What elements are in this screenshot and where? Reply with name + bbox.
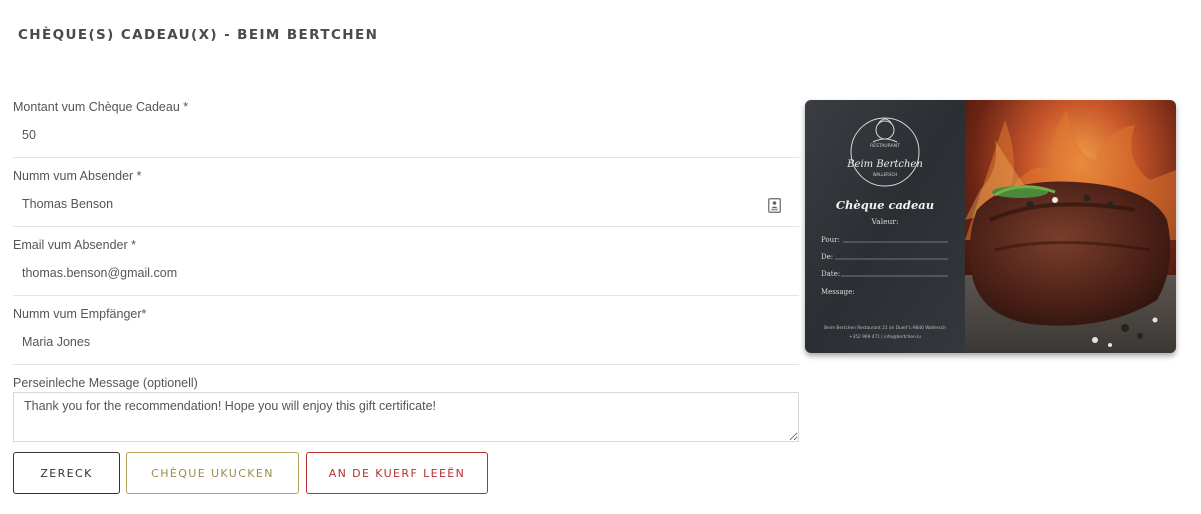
preview-voucher-button[interactable]: CHÈQUE UKUCKEN <box>126 452 299 494</box>
back-button[interactable]: ZERECK <box>13 452 120 494</box>
voucher-field-date: Date: <box>821 270 840 278</box>
sender-name-label: Numm vum Absender * <box>13 169 142 183</box>
gift-voucher-page: CHÈQUE(S) CADEAU(X) - BEIM BERTCHEN Mont… <box>0 0 1201 514</box>
add-to-cart-button[interactable]: AN DE KUERF LEEËN <box>306 452 488 494</box>
voucher-field-de: De: <box>821 253 833 261</box>
page-title: CHÈQUE(S) CADEAU(X) - BEIM BERTCHEN <box>18 27 379 43</box>
sender-name-input[interactable] <box>22 197 782 211</box>
voucher-heading: Chèque cadeau <box>836 198 934 212</box>
sender-name-underline <box>13 226 799 227</box>
amount-input[interactable] <box>22 128 782 142</box>
voucher-footer-address: Beim Bertchen Restaurant 21 an Duerf L-9… <box>824 325 946 331</box>
voucher-field-pour: Pour: <box>821 236 840 244</box>
amount-label: Montant vum Chèque Cadeau * <box>13 100 189 114</box>
message-textarea[interactable]: Thank you for the recommendation! Hope y… <box>13 392 799 442</box>
recipient-name-label: Numm vum Empfänger* <box>13 307 147 321</box>
logo-brand-name: Beim Bertchen <box>846 159 923 170</box>
steak-photo <box>965 100 1176 353</box>
chalkboard-panel <box>805 100 965 353</box>
message-label: Perseinleche Message (optionell) <box>13 376 198 390</box>
sender-email-input[interactable] <box>22 266 782 280</box>
voucher-value-label: Valeur: <box>871 217 899 226</box>
sender-email-underline <box>13 295 799 296</box>
logo-top-text: RESTAURANT <box>870 143 900 149</box>
recipient-name-underline <box>13 364 799 365</box>
amount-underline <box>13 157 799 158</box>
recipient-name-input[interactable] <box>22 335 782 349</box>
voucher-field-message: Message: <box>821 288 855 296</box>
sender-email-label: Email vum Absender * <box>13 238 136 252</box>
contact-card-icon[interactable] <box>768 198 781 213</box>
logo-bottom-text: WALLERSCH <box>873 172 898 177</box>
voucher-preview: RESTAURANT Beim Bertchen WALLERSCH Chèqu… <box>805 100 1176 353</box>
voucher-footer-contact: +352 969 471 | info@bertchen.lu <box>849 334 921 340</box>
